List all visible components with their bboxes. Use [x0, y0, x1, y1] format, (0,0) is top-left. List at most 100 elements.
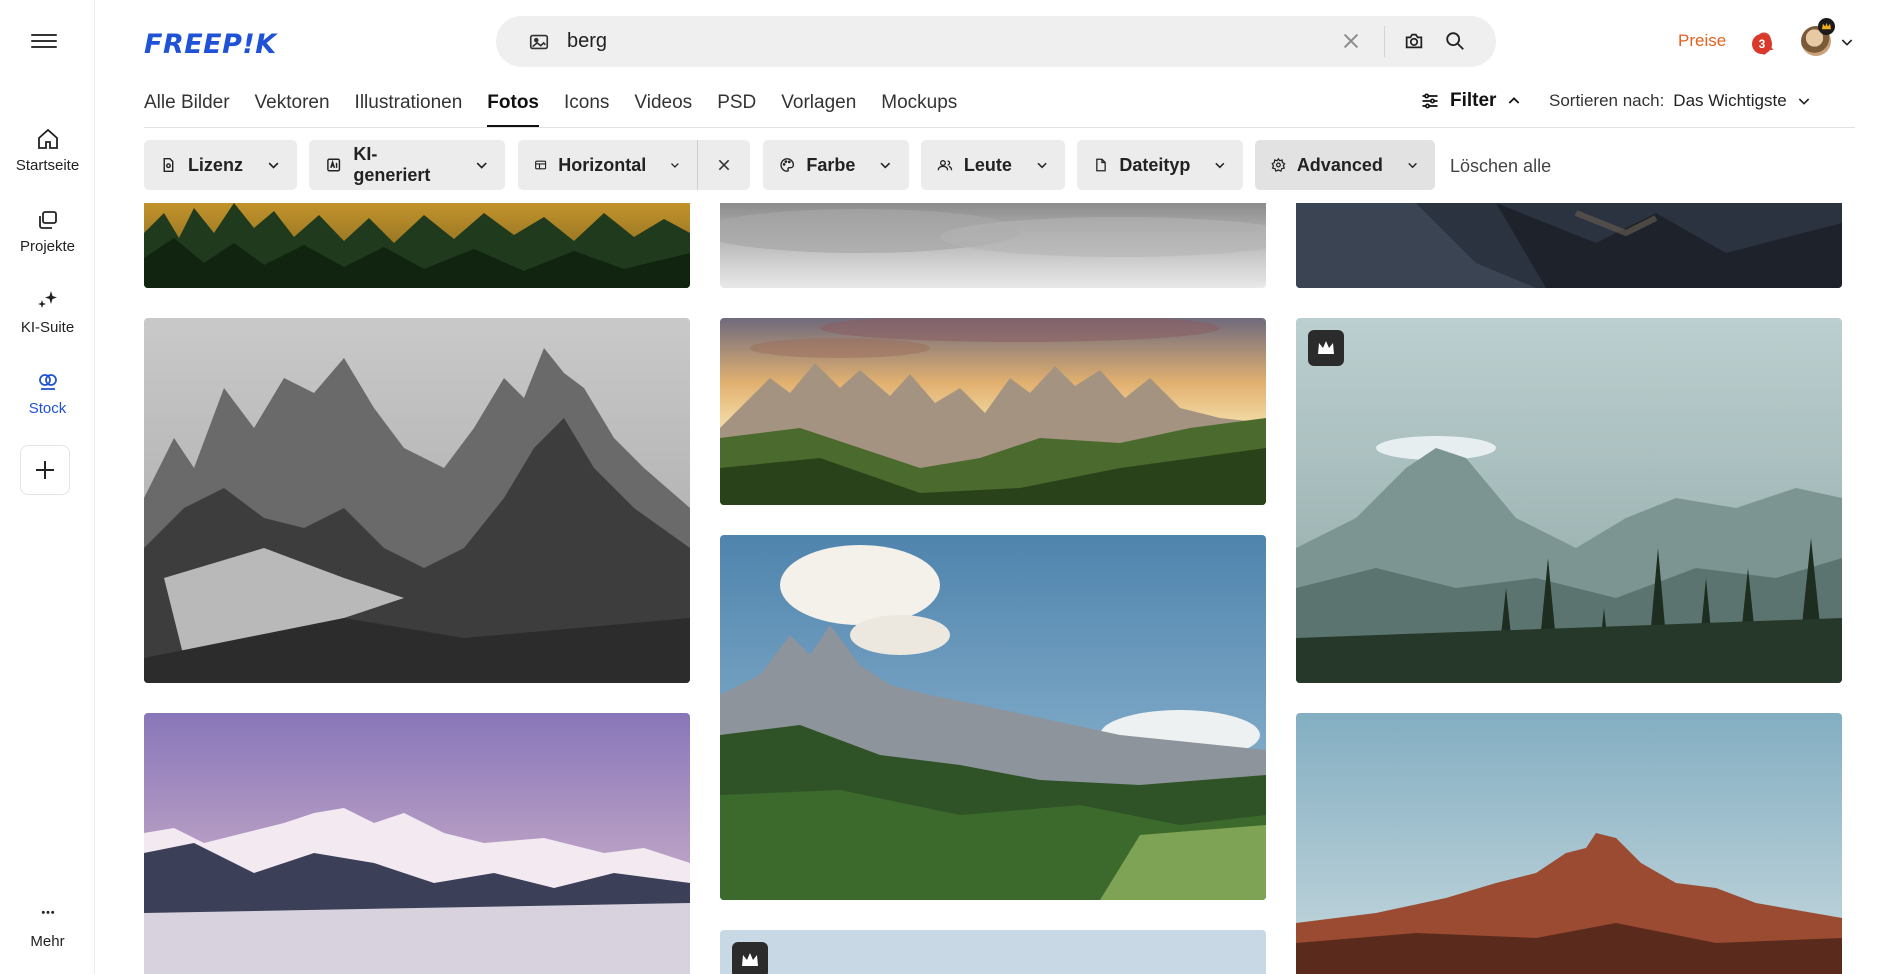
filter-chip-dateityp[interactable]: Dateityp: [1077, 140, 1243, 190]
clear-all-filters-link[interactable]: Löschen alle: [1450, 156, 1551, 177]
rail-item-startseite[interactable]: Startseite: [0, 127, 95, 174]
tab-mockups[interactable]: Mockups: [881, 92, 957, 128]
rail-item-label: Mehr: [30, 933, 65, 950]
dark-ridge-photo[interactable]: [1296, 203, 1842, 288]
chevron-down-icon[interactable]: [1839, 34, 1855, 50]
tab-illustrationen[interactable]: Illustrationen: [355, 92, 463, 128]
left-rail: Startseite Projekte KI-Suite Stock Mehr: [0, 0, 95, 974]
sort-label: Sortieren nach:: [1549, 91, 1665, 110]
premium-badge: [732, 942, 768, 974]
home-icon: [37, 128, 58, 149]
crown-icon: [742, 953, 758, 966]
chevron-down-icon: [268, 162, 279, 169]
rail-item-projekte[interactable]: Projekte: [0, 208, 95, 255]
tab-vektoren[interactable]: Vektoren: [255, 92, 330, 128]
search-bar: [496, 16, 1496, 67]
projects-icon: [38, 211, 57, 229]
dolomites-sunset-photo[interactable]: [720, 318, 1266, 505]
tab-alle-bilder[interactable]: Alle Bilder: [144, 92, 230, 128]
ai-icon: [327, 158, 341, 172]
rail-item-mehr[interactable]: Mehr: [0, 907, 95, 950]
tab-videos[interactable]: Videos: [634, 92, 692, 128]
filter-chip-advanced[interactable]: Advanced: [1255, 140, 1435, 190]
freepik-logo[interactable]: FREEP!K: [144, 29, 277, 60]
chevron-down-icon[interactable]: [1796, 93, 1812, 109]
image-type-icon[interactable]: [528, 31, 550, 53]
cloud-sea-photo[interactable]: [720, 203, 1266, 288]
filter-chip-ki-generiert[interactable]: KI-generiert: [309, 140, 505, 190]
chip-label: KI-generiert: [353, 144, 431, 185]
chip-label: Lizenz: [187, 154, 243, 175]
rail-item-label: KI-Suite: [20, 319, 75, 336]
valley-forest-photo[interactable]: [720, 535, 1266, 900]
sort-control: Sortieren nach: Das Wichtigste: [1549, 91, 1812, 111]
clear-search-icon[interactable]: [1340, 30, 1362, 52]
tab-vorlagen[interactable]: Vorlagen: [781, 92, 856, 128]
valley-forest-image: [720, 535, 1266, 900]
chip-label: Horizontal: [558, 154, 647, 175]
settings-icon: [1271, 157, 1286, 173]
filter-toggle-button[interactable]: Filter: [1420, 90, 1522, 112]
plus-icon: [36, 461, 54, 479]
notification-count-badge: 3: [1752, 34, 1772, 54]
search-input[interactable]: [567, 24, 1267, 59]
search-divider: [1384, 26, 1385, 57]
rail-item-ki-suite[interactable]: KI-Suite: [0, 289, 95, 336]
cloud-sea-image: [720, 203, 1266, 288]
file-icon: [1096, 158, 1106, 172]
forest-hills-image: [144, 203, 690, 288]
rail-item-label: Startseite: [15, 157, 80, 174]
chip-label: Farbe: [806, 154, 856, 175]
tabs-divider: [144, 127, 1855, 128]
tab-fotos[interactable]: Fotos: [487, 92, 539, 128]
rail-item-label: Stock: [28, 400, 67, 417]
filter-chip-horizontal[interactable]: Horizontal: [518, 140, 698, 190]
close-icon: [718, 159, 730, 171]
bottom-center-photo[interactable]: [720, 930, 1266, 974]
pink-summit-image: [144, 713, 690, 974]
sort-dropdown[interactable]: Das Wichtigste: [1673, 91, 1786, 111]
crown-icon: [1818, 18, 1835, 35]
chip-label: Dateityp: [1119, 154, 1191, 175]
misty-mountain-forest-image: [1296, 318, 1842, 683]
palette-icon: [780, 158, 795, 172]
chip-label: Advanced: [1296, 154, 1383, 175]
remove-horizontal-filter-button[interactable]: [698, 140, 750, 190]
chevron-down-icon: [880, 162, 891, 169]
filter-chip-farbe[interactable]: Farbe: [763, 140, 909, 190]
more-dots-icon: [41, 910, 54, 914]
rail-item-label: Projekte: [19, 238, 76, 255]
chevron-down-icon: [476, 162, 487, 169]
grey-peaks-photo[interactable]: [144, 318, 690, 683]
filter-chip-leute[interactable]: Leute: [921, 140, 1065, 190]
rail-item-stock[interactable]: Stock: [0, 370, 95, 417]
camera-search-icon[interactable]: [1403, 30, 1425, 52]
stock-icon: [38, 374, 57, 390]
dark-ridge-image: [1296, 203, 1842, 288]
filter-toggle-label: Filter: [1450, 90, 1497, 111]
red-rock-peak-image: [1296, 713, 1842, 974]
pricing-link[interactable]: Preise: [1678, 31, 1726, 51]
tab-psd[interactable]: PSD: [717, 92, 756, 128]
tab-icons[interactable]: Icons: [564, 92, 609, 128]
pink-summit-photo[interactable]: [144, 713, 690, 974]
people-icon: [937, 160, 953, 171]
dolomites-sunset-image: [720, 318, 1266, 505]
search-icon[interactable]: [1444, 30, 1466, 52]
chevron-down-icon: [1037, 162, 1047, 169]
license-icon: [163, 157, 174, 173]
crown-icon: [1318, 341, 1334, 354]
grey-peaks-image: [144, 318, 690, 683]
chevron-down-icon: [1408, 162, 1417, 169]
menu-icon[interactable]: [31, 30, 57, 52]
filter-chip-lizenz[interactable]: Lizenz: [144, 140, 297, 190]
chip-label: Leute: [963, 154, 1012, 175]
category-tabs: Alle Bilder Vektoren Illustrationen Foto…: [144, 92, 982, 128]
forest-hills-photo[interactable]: [144, 203, 690, 288]
bottom-center-image: [720, 930, 1266, 974]
create-new-button[interactable]: [20, 445, 70, 495]
chevron-down-icon: [671, 163, 679, 168]
misty-mountain-forest-photo[interactable]: [1296, 318, 1842, 683]
red-rock-peak-photo[interactable]: [1296, 713, 1842, 974]
layout-icon: [535, 160, 547, 170]
